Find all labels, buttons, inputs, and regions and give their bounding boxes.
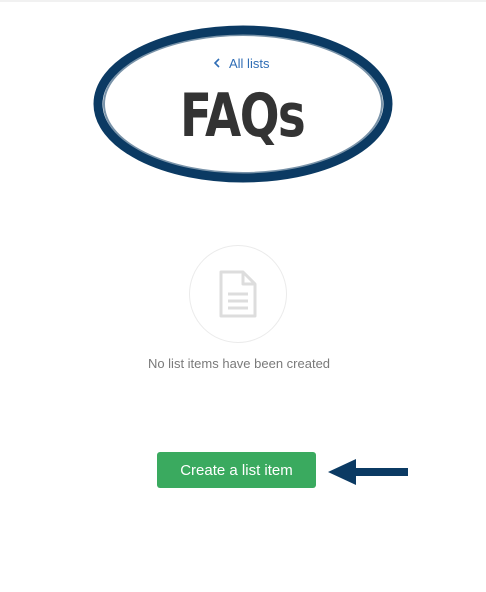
back-link-label: All lists [229, 55, 270, 71]
document-icon [219, 270, 257, 318]
arrow-left-icon [328, 459, 408, 485]
empty-state-message: No list items have been created [147, 356, 331, 371]
top-edge-divider [0, 0, 486, 2]
chevron-left-icon [213, 58, 221, 68]
create-list-item-button[interactable]: Create a list item [157, 452, 316, 488]
empty-state-icon-circle [189, 245, 287, 343]
page-title: FAQs [180, 81, 306, 151]
all-lists-back-link[interactable]: All lists [213, 54, 269, 72]
